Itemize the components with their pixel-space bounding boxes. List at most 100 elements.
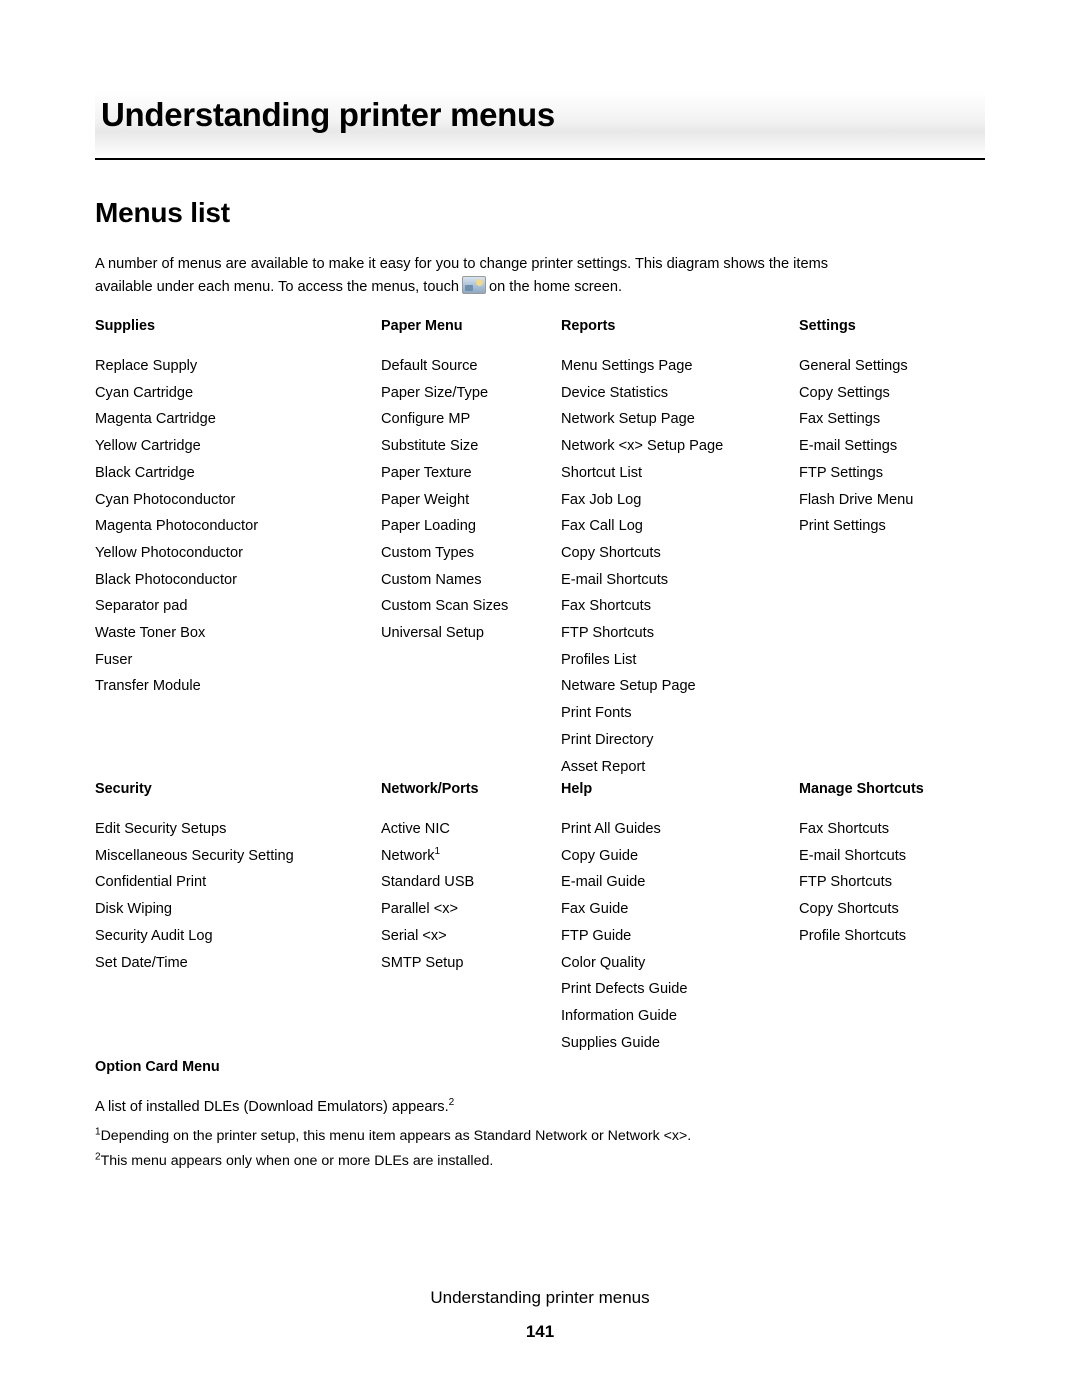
footnote-2: 2This menu appears only when one or more… [95, 1149, 691, 1174]
menu-list-supplies: Replace Supply Cyan Cartridge Magenta Ca… [95, 353, 258, 700]
list-item: Fax Job Log [561, 491, 642, 508]
list-item: Shortcut List [561, 464, 643, 481]
menu-column-option-card-menu: Option Card Menu A list of installed DLE… [95, 1059, 454, 1120]
list-item: Fax Shortcuts [561, 598, 652, 615]
list-item: Cyan Photoconductor [95, 491, 236, 508]
list-item: Copy Shortcuts [799, 901, 899, 918]
list-item: Set Date/Time [95, 954, 188, 971]
menu-column-manage-shortcuts: Manage Shortcuts Fax Shortcuts E-mail Sh… [799, 781, 924, 950]
list-item: Supplies Guide [561, 1034, 660, 1051]
list-item: Device Statistics [561, 384, 669, 401]
chapter-title: Understanding printer menus [101, 96, 555, 133]
list-item: Confidential Print [95, 874, 207, 891]
column-heading-network-ports: Network/Ports [381, 781, 479, 797]
list-item: FTP Shortcuts [799, 874, 892, 891]
list-item: Black Cartridge [95, 464, 195, 481]
chapter-title-banner: Understanding printer menus [95, 92, 985, 160]
list-item: Yellow Photoconductor [95, 544, 243, 561]
list-item: Edit Security Setups [95, 821, 227, 837]
list-item: Waste Toner Box [95, 625, 206, 642]
footnote-marker: 1 [434, 845, 441, 857]
list-item: Black Photoconductor [95, 571, 237, 588]
list-item: E-mail Shortcuts [799, 847, 907, 864]
list-item: Miscellaneous Security Setting [95, 847, 294, 864]
list-item: Cyan Cartridge [95, 384, 194, 401]
list-item: Security Audit Log [95, 927, 213, 944]
list-item: Parallel <x> [381, 901, 459, 918]
list-item: Paper Texture [381, 464, 472, 481]
list-item: Active NIC [381, 821, 450, 837]
document-page: Understanding printer menus Menus list A… [0, 0, 1080, 1397]
list-item: Paper Loading [381, 518, 476, 535]
list-item: E-mail Settings [799, 438, 898, 455]
column-heading-help: Help [561, 781, 593, 797]
list-item: Universal Setup [381, 625, 485, 642]
list-item: Custom Scan Sizes [381, 598, 509, 615]
list-item: Custom Names [381, 571, 482, 588]
page-number: 141 [525, 1322, 555, 1341]
menu-list-help: Print All Guides Copy Guide E-mail Guide… [561, 816, 688, 1056]
list-item: Print Settings [799, 518, 886, 535]
menu-column-security: Security Edit Security Setups Miscellane… [95, 781, 294, 976]
list-item: Transfer Module [95, 678, 201, 695]
list-item: Default Source [381, 358, 478, 374]
column-heading-manage-shortcuts: Manage Shortcuts [799, 781, 924, 797]
list-item: Magenta Cartridge [95, 411, 216, 428]
list-item: Print Fonts [561, 705, 632, 722]
menu-list-settings: General Settings Copy Settings Fax Setti… [799, 353, 913, 540]
list-item: Replace Supply [95, 358, 198, 374]
menu-list-security: Edit Security Setups Miscellaneous Secur… [95, 816, 294, 976]
list-item: Configure MP [381, 411, 471, 428]
list-item: General Settings [799, 358, 908, 374]
list-item: Profiles List [561, 651, 637, 668]
list-item: FTP Guide [561, 927, 632, 944]
footnote-text: This menu appears only when one or more … [100, 1153, 494, 1169]
menu-column-supplies: Supplies Replace Supply Cyan Cartridge M… [95, 318, 258, 700]
list-item: Print Defects Guide [561, 981, 688, 998]
menu-list-reports: Menu Settings Page Device Statistics Net… [561, 353, 723, 780]
list-item: Substitute Size [381, 438, 479, 455]
option-card-text: A list of installed DLEs (Download Emula… [95, 1099, 449, 1115]
column-heading-reports: Reports [561, 318, 616, 334]
list-item: Copy Settings [799, 384, 890, 401]
intro-line-2-before: available under each menu. To access the… [95, 279, 459, 295]
menu-list-manage-shortcuts: Fax Shortcuts E-mail Shortcuts FTP Short… [799, 816, 924, 950]
list-item: Magenta Photoconductor [95, 518, 259, 535]
list-item: Fax Call Log [561, 518, 643, 535]
list-item: Fuser [95, 651, 133, 668]
list-item: Asset Report [561, 758, 646, 775]
list-item: Network <x> Setup Page [561, 438, 724, 455]
menu-column-help: Help Print All Guides Copy Guide E-mail … [561, 781, 688, 1056]
menu-list-network-ports: Active NIC Network1 Standard USB Paralle… [381, 816, 479, 976]
menu-column-paper-menu: Paper Menu Default Source Paper Size/Typ… [381, 318, 508, 647]
column-heading-option-card-menu: Option Card Menu [95, 1059, 220, 1075]
list-item-label: Network [381, 847, 435, 864]
list-item: Netware Setup Page [561, 678, 696, 695]
list-item: SMTP Setup [381, 954, 464, 971]
intro-line-1: A number of menus are available to make … [95, 256, 829, 272]
list-item: Custom Types [381, 544, 475, 561]
list-item: E-mail Shortcuts [561, 571, 669, 588]
list-item: Network Setup Page [561, 411, 695, 428]
list-item: Print Directory [561, 731, 654, 748]
list-item: Fax Settings [799, 411, 881, 428]
list-item: FTP Shortcuts [561, 625, 654, 642]
list-item: Paper Size/Type [381, 384, 489, 401]
list-item: Information Guide [561, 1007, 678, 1024]
list-item: E-mail Guide [561, 874, 646, 891]
menu-column-settings: Settings General Settings Copy Settings … [799, 318, 913, 540]
intro-line-2-after: on the home screen. [489, 279, 623, 295]
menu-column-network-ports: Network/Ports Active NIC Network1 Standa… [381, 781, 479, 976]
list-item: Fax Guide [561, 901, 629, 918]
footnote-marker: 2 [448, 1097, 455, 1109]
list-item: Profile Shortcuts [799, 927, 907, 944]
list-item: Print All Guides [561, 821, 661, 837]
footnote-text: Depending on the printer setup, this men… [100, 1128, 692, 1144]
list-item: FTP Settings [799, 464, 884, 481]
section-heading: Menus list [95, 197, 230, 228]
intro-line-2: available under each menu. To access the… [95, 276, 990, 299]
column-heading-security: Security [95, 781, 152, 797]
list-item: Color Quality [561, 954, 646, 971]
list-item: Copy Shortcuts [561, 544, 661, 561]
column-heading-paper-menu: Paper Menu [381, 318, 463, 334]
